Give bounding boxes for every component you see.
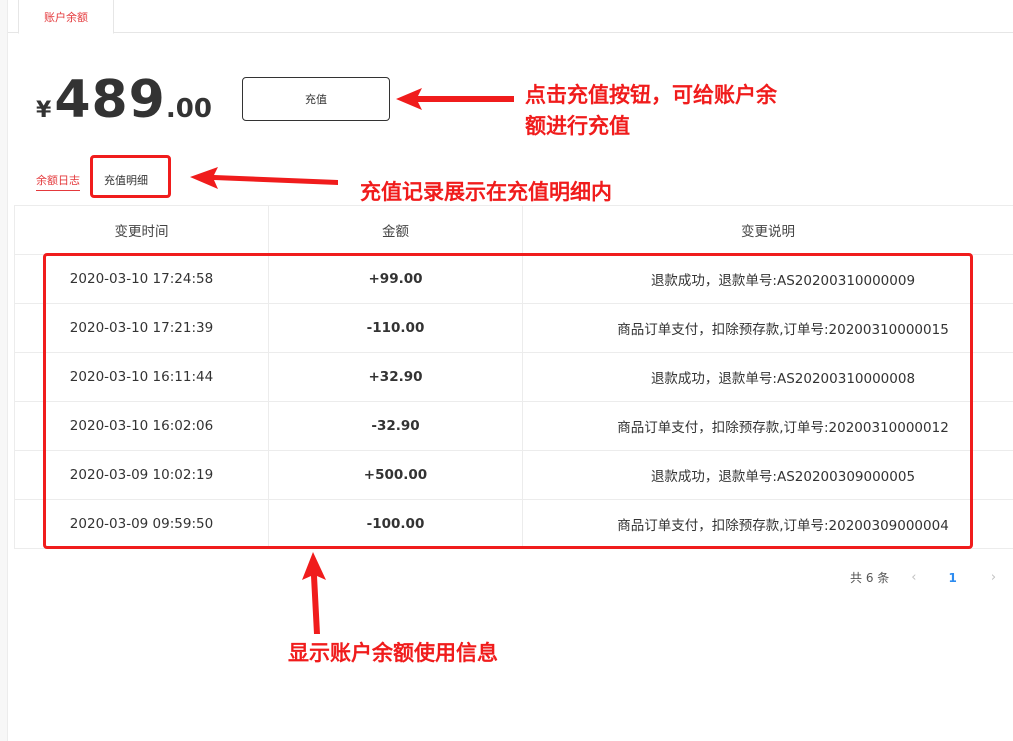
chevron-right-icon[interactable]: › xyxy=(991,570,996,585)
balance-integer: 489 xyxy=(54,70,166,130)
currency-symbol: ¥ xyxy=(36,98,52,123)
annotation-detail: 充值记录展示在充值明细内 xyxy=(360,180,612,204)
tab-account-balance[interactable]: 账户余额 xyxy=(18,0,114,34)
chevron-left-icon[interactable]: ‹ xyxy=(911,570,916,585)
column-header-time: 变更时间 xyxy=(14,205,269,255)
annotation-table: 显示账户余额使用信息 xyxy=(288,641,498,665)
pagination: 共 6 条 ‹ 1 › xyxy=(850,569,996,586)
balance-display: ¥ 489 .00 xyxy=(36,70,212,130)
page-number-current[interactable]: 1 xyxy=(948,571,956,585)
left-gutter xyxy=(0,0,8,741)
annotation-recharge-line1: 点击充值按钮，可给账户余 xyxy=(525,83,777,107)
detail-tab-highlight-box xyxy=(90,155,171,198)
recharge-button[interactable]: 充值 xyxy=(242,77,390,121)
arrow-left-icon xyxy=(396,88,514,110)
balance-decimal: .00 xyxy=(165,94,212,124)
table-highlight-box xyxy=(43,253,973,549)
column-header-amount: 金额 xyxy=(268,205,523,255)
tab-bar: 账户余额 xyxy=(8,0,1013,34)
pagination-total: 共 6 条 xyxy=(850,571,890,585)
arrow-up-icon xyxy=(302,552,326,634)
column-header-description: 变更说明 xyxy=(522,205,1013,255)
annotation-recharge-line2: 额进行充值 xyxy=(525,114,630,138)
arrow-left-icon xyxy=(190,167,338,189)
table-header-row: 变更时间 金额 变更说明 xyxy=(14,205,1013,255)
tab-balance-log[interactable]: 余额日志 xyxy=(36,172,80,191)
